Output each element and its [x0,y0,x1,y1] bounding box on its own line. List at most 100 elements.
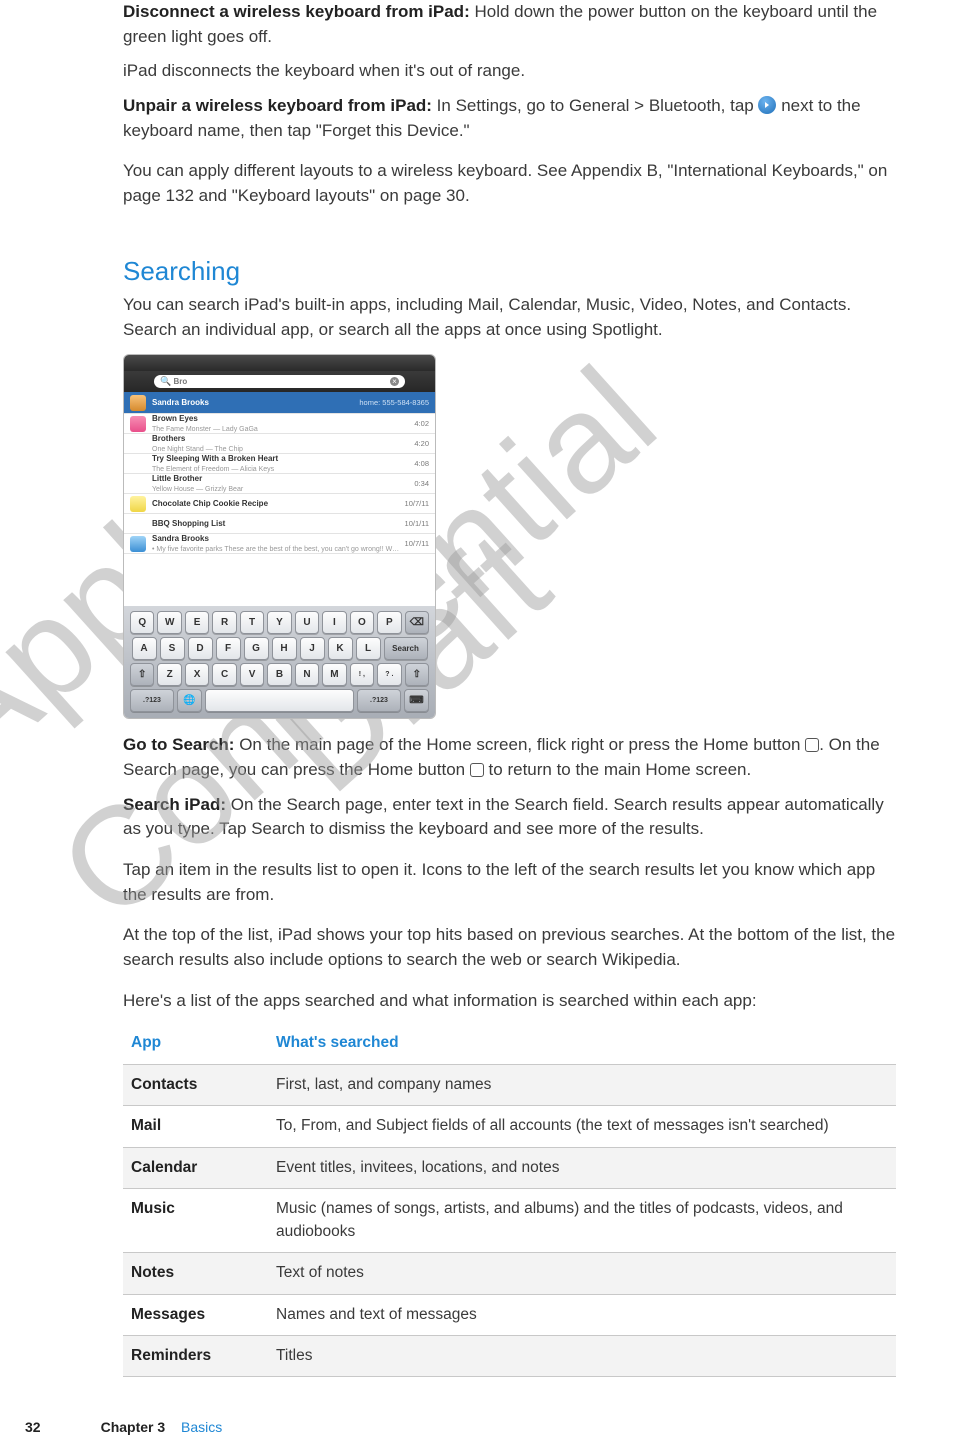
key-numbers-right[interactable]: .?123 [357,689,401,712]
key-o[interactable]: O [350,611,374,634]
table-row: Music Music (names of songs, artists, an… [123,1189,896,1253]
search-result-row[interactable]: Sandra Brooks• My five favorite parks Th… [124,534,435,554]
para-table-intro: Here's a list of the apps searched and w… [123,989,896,1014]
result-meta: 4:08 [414,459,429,470]
cell-what: First, last, and company names [268,1064,896,1105]
result-meta: 4:02 [414,419,429,430]
key-comma[interactable]: ! , [350,663,374,686]
search-result-row[interactable]: BBQ Shopping List 10/1/11 [124,514,435,534]
key-shift-right[interactable]: ⇧ [405,663,429,686]
onscreen-keyboard: Q W E R T Y U I O P ⌫ A S D F G H J K [124,606,435,718]
key-y[interactable]: Y [267,611,291,634]
key-v[interactable]: V [240,663,264,686]
status-bar [124,355,435,371]
key-period[interactable]: ? . [377,663,401,686]
detail-disclosure-icon [758,96,776,114]
result-title: Sandra Brooks [152,397,355,409]
table-header-what: What's searched [268,1023,896,1064]
table-row: Mail To, From, and Subject fields of all… [123,1106,896,1147]
key-x[interactable]: X [185,663,209,686]
key-i[interactable]: I [322,611,346,634]
para-search-ipad: Search iPad: On the Search page, enter t… [123,793,896,842]
table-row: Contacts First, last, and company names [123,1064,896,1105]
spotlight-screenshot: 🔍 Bro × Sandra Brooks home: 555-584-8365… [123,354,436,719]
search-result-row[interactable]: Sandra Brooks home: 555-584-8365 [124,392,435,414]
para-goto-search: Go to Search: On the main page of the Ho… [123,733,896,782]
search-result-row[interactable]: Chocolate Chip Cookie Recipe 10/7/11 [124,494,435,514]
para-top-hits: At the top of the list, iPad shows your … [123,923,896,972]
table-header-app: App [123,1023,268,1064]
key-q[interactable]: Q [130,611,154,634]
cell-app: Calendar [123,1147,268,1188]
key-z[interactable]: Z [157,663,181,686]
para-searching-intro: You can search iPad's built-in apps, inc… [123,293,896,342]
searchipad-body: On the Search page, enter text in the Se… [123,795,884,839]
cell-what: To, From, and Subject fields of all acco… [268,1106,896,1147]
para-out-of-range: iPad disconnects the keyboard when it's … [123,59,896,84]
key-hide-keyboard[interactable]: ⌨ [404,689,429,712]
key-search[interactable]: Search [384,637,428,660]
key-w[interactable]: W [157,611,181,634]
key-e[interactable]: E [185,611,209,634]
home-button-icon [805,738,819,752]
table-row: Reminders Titles [123,1335,896,1376]
search-result-row[interactable]: Try Sleeping With a Broken HeartThe Elem… [124,454,435,474]
key-a[interactable]: A [132,637,157,660]
result-meta: 10/7/11 [405,499,429,510]
para-layouts: You can apply different layouts to a wir… [123,159,896,208]
notes-icon [130,496,146,512]
key-b[interactable]: B [267,663,291,686]
key-space[interactable] [205,689,354,712]
key-r[interactable]: R [212,611,236,634]
table-row: Notes Text of notes [123,1253,896,1294]
search-icon: 🔍 [160,376,171,386]
unpair-body-a: In Settings, go to General > Bluetooth, … [432,96,759,115]
chapter-name: Basics [181,1419,222,1435]
key-f[interactable]: F [216,637,241,660]
table-row: Calendar Event titles, invitees, locatio… [123,1147,896,1188]
cell-app: Reminders [123,1335,268,1376]
key-g[interactable]: G [244,637,269,660]
search-result-row[interactable]: Brown EyesThe Fame Monster — Lady GaGa 4… [124,414,435,434]
key-c[interactable]: C [212,663,236,686]
key-l[interactable]: L [356,637,381,660]
key-s[interactable]: S [160,637,185,660]
key-u[interactable]: U [295,611,319,634]
contacts-icon [130,395,146,411]
search-bar: 🔍 Bro × [124,371,435,392]
cell-app: Messages [123,1294,268,1335]
table-row: Messages Names and text of messages [123,1294,896,1335]
result-title: Little Brother [152,473,410,485]
goto-body-c: to return to the main Home screen. [484,760,751,779]
home-button-icon [470,763,484,777]
heading-searching: Searching [123,253,896,291]
search-result-row[interactable]: Little BrotherYellow House — Grizzly Bea… [124,474,435,494]
key-backspace[interactable]: ⌫ [405,611,429,634]
key-shift[interactable]: ⇧ [130,663,154,686]
apps-search-table: App What's searched Contacts First, last… [123,1023,896,1377]
para-unpair: Unpair a wireless keyboard from iPad: In… [123,94,896,143]
key-t[interactable]: T [240,611,264,634]
unpair-title: Unpair a wireless keyboard from iPad: [123,96,432,115]
search-query-text: Bro [173,377,187,386]
goto-title: Go to Search: [123,735,234,754]
clear-search-icon[interactable]: × [390,377,399,386]
cell-what: Names and text of messages [268,1294,896,1335]
disconnect-title: Disconnect a wireless keyboard from iPad… [123,2,470,21]
key-d[interactable]: D [188,637,213,660]
key-j[interactable]: J [300,637,325,660]
key-globe[interactable]: 🌐 [177,689,202,712]
key-numbers[interactable]: .?123 [130,689,174,712]
cell-app: Music [123,1189,268,1253]
result-subtitle: • My five favorite parks These are the b… [152,545,401,555]
search-field[interactable]: 🔍 Bro × [154,375,405,388]
key-p[interactable]: P [377,611,401,634]
key-h[interactable]: H [272,637,297,660]
key-m[interactable]: M [322,663,346,686]
result-meta: 10/1/11 [405,519,429,530]
search-result-row[interactable]: BrothersOne Night Stand — The Chip 4:20 [124,434,435,454]
cell-what: Music (names of songs, artists, and albu… [268,1189,896,1253]
key-k[interactable]: K [328,637,353,660]
para-tap-item: Tap an item in the results list to open … [123,858,896,907]
key-n[interactable]: N [295,663,319,686]
